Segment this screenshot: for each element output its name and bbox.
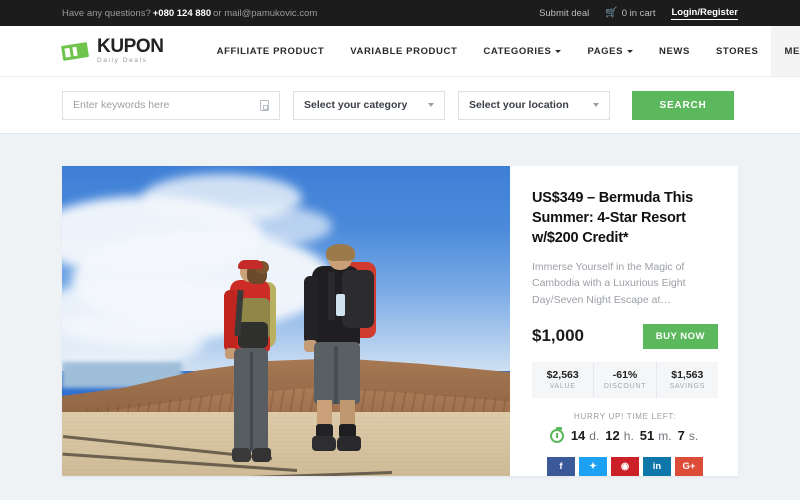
nav-item-stores[interactable]: STORES <box>703 26 772 76</box>
googleplus-share-button[interactable]: G+ <box>675 457 703 476</box>
location-select-value: Select your location <box>469 99 569 111</box>
stat-discount-label: DISCOUNT <box>603 383 647 391</box>
nav-item-affiliate-product[interactable]: AFFILIATE PRODUCT <box>204 26 338 76</box>
hiker-male <box>298 244 384 470</box>
buy-now-button[interactable]: BUY NOW <box>642 323 718 349</box>
nav-label: MEGA MENU <box>784 45 800 57</box>
stat-savings-number: $1,563 <box>671 369 704 382</box>
deal-price: $1,000 <box>532 326 584 346</box>
social-share-bar: f ✦ ◉ in G+ <box>532 457 718 476</box>
chevron-down-icon <box>593 103 599 107</box>
countdown-days: 14 <box>570 428 586 443</box>
countdown-seconds-unit: s. <box>688 428 699 443</box>
facebook-share-button[interactable]: f <box>547 457 575 476</box>
nav-item-variable-product[interactable]: VARIABLE PRODUCT <box>337 26 470 76</box>
countdown-days-unit: d. <box>589 428 600 443</box>
deal-stats: $2,563 VALUE -61% DISCOUNT $1,563 SAVING… <box>532 361 718 398</box>
nav-label: VARIABLE PRODUCT <box>350 45 458 57</box>
price-row: $1,000 BUY NOW <box>532 323 718 349</box>
search-button[interactable]: SEARCH <box>632 90 734 120</box>
deal-image[interactable] <box>62 166 510 476</box>
nav-item-categories[interactable]: CATEGORIES <box>470 26 574 76</box>
countdown-label: HURRY UP! TIME LEFT: <box>573 412 677 421</box>
countdown-timer: 14 d. 12 h. 51 m. 7 s. <box>532 426 718 443</box>
countdown-hours-unit: h. <box>623 428 634 443</box>
main-navigation: AFFILIATE PRODUCT VARIABLE PRODUCT CATEG… <box>204 26 800 76</box>
submit-deal-link[interactable]: Submit deal <box>539 8 589 19</box>
coupon-ticket-icon <box>60 41 93 62</box>
top-utility-bar: Have any questions? +080 124 880 or mail… <box>0 0 800 26</box>
nav-item-news[interactable]: NEWS <box>646 26 703 76</box>
stat-value-label: VALUE <box>549 383 576 391</box>
top-links: Submit deal 🛒 0 in cart Login/Register <box>539 7 738 20</box>
pinterest-share-button[interactable]: ◉ <box>611 457 639 476</box>
login-register-link[interactable]: Login/Register <box>671 7 738 20</box>
nav-label: AFFILIATE PRODUCT <box>216 45 325 57</box>
stat-discount: -61% DISCOUNT <box>594 361 657 398</box>
twitter-share-button[interactable]: ✦ <box>579 457 607 476</box>
nav-item-mega-menu[interactable]: MEGA MENU <box>771 26 800 76</box>
stat-savings-label: SAVINGS <box>669 383 706 391</box>
questions-text: Have any questions? <box>62 7 151 19</box>
nav-item-pages[interactable]: PAGES <box>574 26 646 76</box>
logo-tagline: Daily Deals <box>97 57 148 65</box>
countdown-minutes-unit: m. <box>658 428 672 443</box>
email-text[interactable]: or mail@pamukovic.com <box>213 8 317 19</box>
cart-count-label: 0 in cart <box>621 7 656 19</box>
search-filter-bar: Enter keywords here Select your category… <box>0 77 800 134</box>
site-header: KUPON Daily Deals AFFILIATE PRODUCT VARI… <box>0 26 800 77</box>
stopwatch-icon <box>549 426 564 443</box>
phone-number[interactable]: +080 124 880 <box>151 8 213 19</box>
deal-title[interactable]: US$349 – Bermuda This Summer: 4-Star Res… <box>532 188 718 248</box>
location-select[interactable]: Select your location <box>458 90 610 120</box>
cart-icon: 🛒 <box>605 7 618 18</box>
countdown-minutes: 51 <box>639 428 655 443</box>
featured-deal-card: US$349 – Bermuda This Summer: 4-Star Res… <box>62 166 738 476</box>
logo-name: KUPON <box>97 36 164 58</box>
category-select[interactable]: Select your category <box>293 90 445 120</box>
search-input-placeholder: Enter keywords here <box>73 99 170 111</box>
main-content: US$349 – Bermuda This Summer: 4-Star Res… <box>0 134 800 499</box>
keyboard-icon[interactable] <box>260 99 269 111</box>
stat-savings: $1,563 SAVINGS <box>657 362 718 398</box>
cart-link[interactable]: 🛒 0 in cart <box>605 7 656 19</box>
category-select-value: Select your category <box>304 99 408 111</box>
countdown-hours: 12 <box>605 428 620 443</box>
deal-description: Immerse Yourself in the Magic of Cambodi… <box>532 261 686 306</box>
chevron-down-icon <box>428 103 434 107</box>
deal-details: US$349 – Bermuda This Summer: 4-Star Res… <box>510 166 738 476</box>
chevron-down-icon <box>627 49 634 53</box>
stat-value-number: $2,563 <box>546 369 579 382</box>
stat-value: $2,563 VALUE <box>532 361 595 398</box>
site-logo[interactable]: KUPON Daily Deals <box>60 26 190 76</box>
chevron-down-icon <box>555 49 562 53</box>
contact-info: Have any questions? +080 124 880 or mail… <box>62 8 317 19</box>
nav-label: PAGES <box>587 45 624 57</box>
nav-label: STORES <box>715 45 759 57</box>
countdown-seconds: 7 <box>677 428 685 443</box>
search-input-wrapper[interactable]: Enter keywords here <box>62 90 280 120</box>
linkedin-share-button[interactable]: in <box>643 457 671 476</box>
nav-label: CATEGORIES <box>483 45 552 57</box>
stat-discount-number: -61% <box>612 369 638 382</box>
hiker-female <box>214 260 288 470</box>
nav-label: NEWS <box>659 45 690 57</box>
